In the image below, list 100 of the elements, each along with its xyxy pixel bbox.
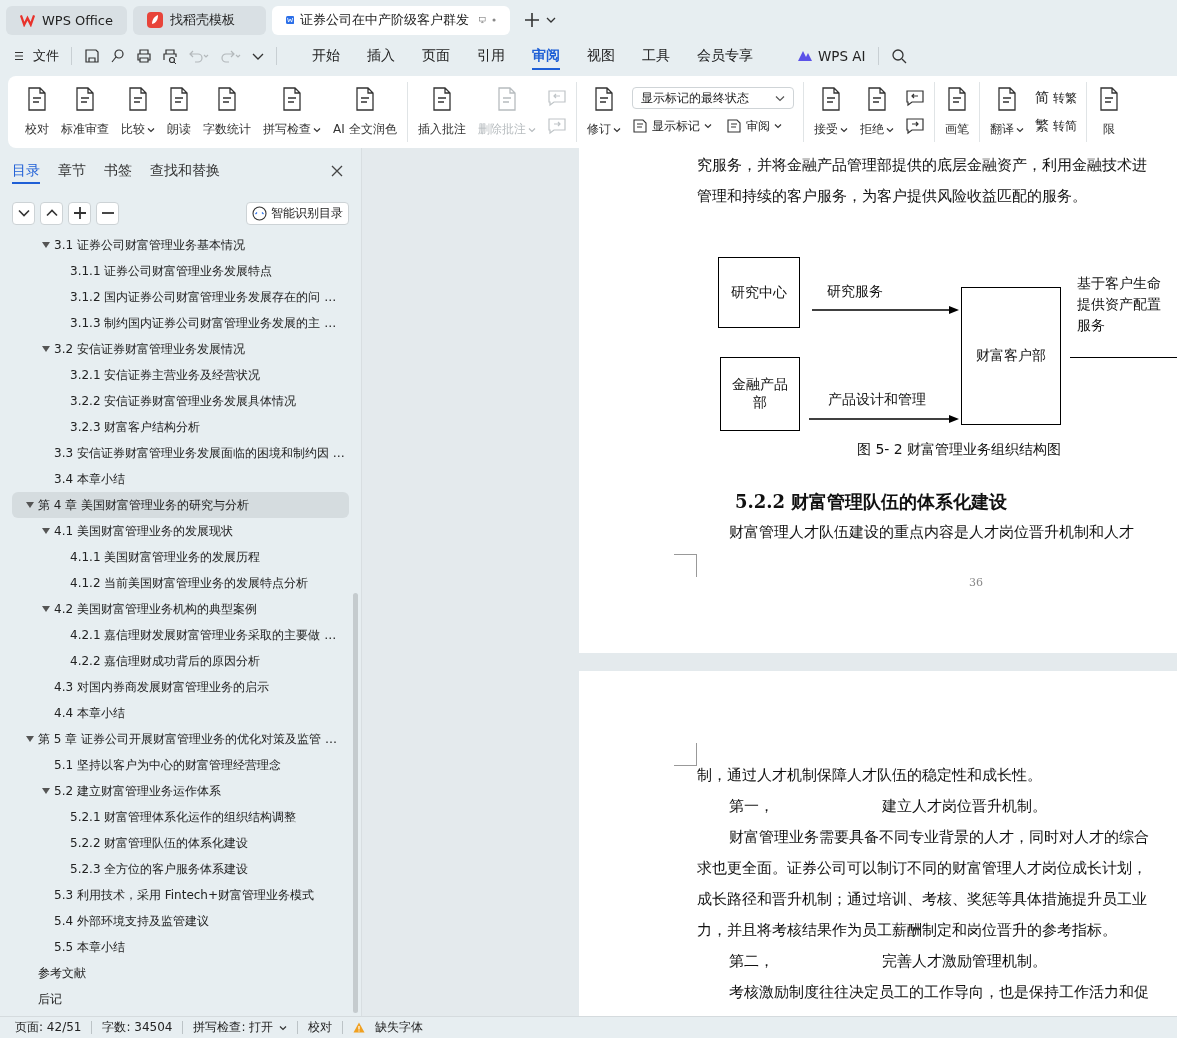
expand-triangle-icon[interactable] [42,528,50,534]
toc-item[interactable]: 4.1.2 当前美国财富管理业务的发展特点分析 [12,570,349,596]
ribbon-button[interactable]: 繁 转简 [1034,115,1077,137]
toc-item[interactable]: 3.2 安信证券财富管理业务发展情况 [12,336,349,362]
ribbon-button[interactable]: 校对 [20,84,54,140]
sidebar-tab[interactable]: 章节 [58,158,86,184]
toc-item[interactable]: 5.2.3 全方位的客户服务体系建设 [12,856,349,882]
toc-item[interactable]: 4.3 对国内券商发展财富管理业务的启示 [12,674,349,700]
toc-item[interactable]: 5.4 外部环境支持及监管建议 [12,908,349,934]
ribbon-button[interactable]: AI 全文润色 [328,84,402,140]
toc-item[interactable]: 3.2.1 安信证券主营业务及经营状况 [12,362,349,388]
toc-item[interactable]: 4.2.2 嘉信理财成功背后的原因分析 [12,648,349,674]
file-menu-button[interactable]: 文件 [14,43,59,69]
sidebar-tab[interactable]: 书签 [104,158,132,184]
close-icon[interactable] [331,165,343,177]
ribbon-tab[interactable]: 开始 [299,41,353,71]
toc-item[interactable]: 3.3 安信证券财富管理业务发展面临的困境和制约因 … [12,440,349,466]
ribbon-button[interactable]: 限 [1091,84,1126,140]
ribbon-button[interactable]: 标准审查 [56,84,114,140]
app-tab[interactable]: WPS Office [6,5,127,35]
chevron-down-icon[interactable] [252,51,264,61]
expand-triangle-icon[interactable] [42,346,50,352]
point-text: 完善人才激励管理机制。 [882,951,1047,972]
ribbon-button[interactable]: 拒绝 [854,84,899,140]
diagram-node: 研究中心 [718,257,800,328]
ribbon-button[interactable]: 审阅 [725,115,782,137]
ribbon-button[interactable]: 拼写检查 [258,84,326,140]
comment-arrow-icon [546,89,567,107]
toc-item[interactable]: 4.2 美国财富管理业务机构的典型案例 [12,596,349,622]
app-tab[interactable]: 证券公司在中产阶级客户群发 [272,5,510,35]
toc-item[interactable]: 3.1.1 证券公司财富管理业务发展特点 [12,258,349,284]
expand-triangle-icon[interactable] [42,788,50,794]
toc-item[interactable]: 第 5 章 证券公司开展财富管理业务的优化对策及监管 … [12,726,349,752]
toc-item[interactable]: 4.1 美国财富管理业务的发展现状 [12,518,349,544]
sidebar-tab[interactable]: 目录 [12,158,40,184]
word-count[interactable]: 字数: 34504 [102,1019,173,1036]
collapse-button[interactable] [12,201,35,225]
markup-dropdown[interactable]: 显示标记的最终状态 [631,87,794,109]
new-tab-icon[interactable] [524,12,540,28]
remove-button[interactable] [96,201,119,225]
app-tab[interactable]: 找稻壳模板 [133,5,266,35]
ribbon-button[interactable]: 翻译 [984,84,1029,140]
toc-item[interactable]: 3.1 证券公司财富管理业务基本情况 [12,232,349,258]
toc-item[interactable]: 5.2 建立财富管理业务运作体系 [12,778,349,804]
smart-toc-button[interactable]: 智能识别目录 [246,201,349,225]
toc-item[interactable]: 第 4 章 美国财富管理业务的研究与分析 [12,492,349,518]
toc-item[interactable]: 3.1.2 国内证券公司财富管理业务发展存在的问 … [12,284,349,310]
wps-ai-button[interactable]: WPS AI [797,48,866,64]
sidebar-tab[interactable]: 查找和替换 [150,158,220,184]
toc-item[interactable]: 4.2.1 嘉信理财发展财富管理业务采取的主要做 … [12,622,349,648]
toc-item[interactable]: 5.1 坚持以客户为中心的财富管理经营理念 [12,752,349,778]
toc-item[interactable]: 5.2.1 财富管理体系化运作的组织结构调整 [12,804,349,830]
ribbon-button[interactable]: 比较 [116,84,160,140]
print-preview-icon[interactable] [162,48,178,64]
ribbon-button[interactable]: 简 转繁 [1034,87,1077,109]
previous-comment-button[interactable] [904,87,925,109]
ribbon-tab[interactable]: 插入 [354,41,408,71]
save-icon[interactable] [84,48,100,64]
page-count[interactable]: 页面: 42/51 [15,1019,82,1036]
expand-triangle-icon[interactable] [26,736,34,742]
toc-item[interactable]: 4.1.1 美国财富管理业务的发展历程 [12,544,349,570]
ribbon-tab[interactable]: 会员专享 [684,41,766,71]
monitor-icon[interactable] [479,14,486,26]
proofread-label[interactable]: 校对 [308,1019,333,1036]
next-comment-button[interactable] [904,115,925,137]
scrollbar[interactable] [353,593,358,1013]
expand-triangle-icon[interactable] [42,606,50,612]
ribbon-button[interactable]: 显示标记 [631,115,712,137]
ribbon-button[interactable]: 接受 [808,84,853,140]
ribbon-button[interactable]: 朗读 [162,84,196,140]
ribbon-tab[interactable]: 工具 [629,41,683,71]
toc-item[interactable]: 3.2.2 安信证券财富管理业务发展具体情况 [12,388,349,414]
toc-item[interactable]: 后记 [12,986,349,1012]
toc-item[interactable]: 参考文献 [12,960,349,986]
toc-item[interactable]: 3.1.3 制约国内证券公司财富管理业务发展的主 … [12,310,349,336]
expand-triangle-icon[interactable] [26,502,34,508]
add-button[interactable] [68,201,91,225]
toc-item[interactable]: 3.4 本章小结 [12,466,349,492]
ribbon-button[interactable]: 画笔 [939,84,974,140]
spell-check-button[interactable]: 拼写检查: 打开 [193,1019,288,1036]
search-icon[interactable] [890,48,907,64]
chevron-down-icon[interactable] [546,16,556,24]
missing-fonts-label[interactable]: 缺失字体 [375,1019,424,1036]
ribbon-tab[interactable]: 视图 [574,41,628,71]
body-text: 考核激励制度往往决定员工的工作导向，也是保持工作活力和促 [728,982,1150,1003]
toc-item[interactable]: 5.2.2 财富管理队伍的体系化建设 [12,830,349,856]
ribbon-tab[interactable]: 引用 [464,41,518,71]
toc-item[interactable]: 4.4 本章小结 [12,700,349,726]
expand-button[interactable] [40,201,63,225]
ribbon-tab[interactable]: 审阅 [519,41,573,71]
ribbon-button[interactable]: 插入批注 [412,84,471,140]
expand-triangle-icon[interactable] [42,242,50,248]
ribbon-tab[interactable]: 页面 [409,41,463,71]
ribbon-button[interactable]: 字数统计 [198,84,256,140]
toc-item[interactable]: 5.5 本章小结 [12,934,349,960]
ribbon-button[interactable]: 修订 [581,84,626,140]
print-icon[interactable] [136,48,152,64]
caret-icon [839,126,848,133]
toc-item[interactable]: 3.2.3 财富客户结构分析 [12,414,349,440]
toc-item[interactable]: 5.3 利用技术，采用 Fintech+财富管理业务模式 [12,882,349,908]
